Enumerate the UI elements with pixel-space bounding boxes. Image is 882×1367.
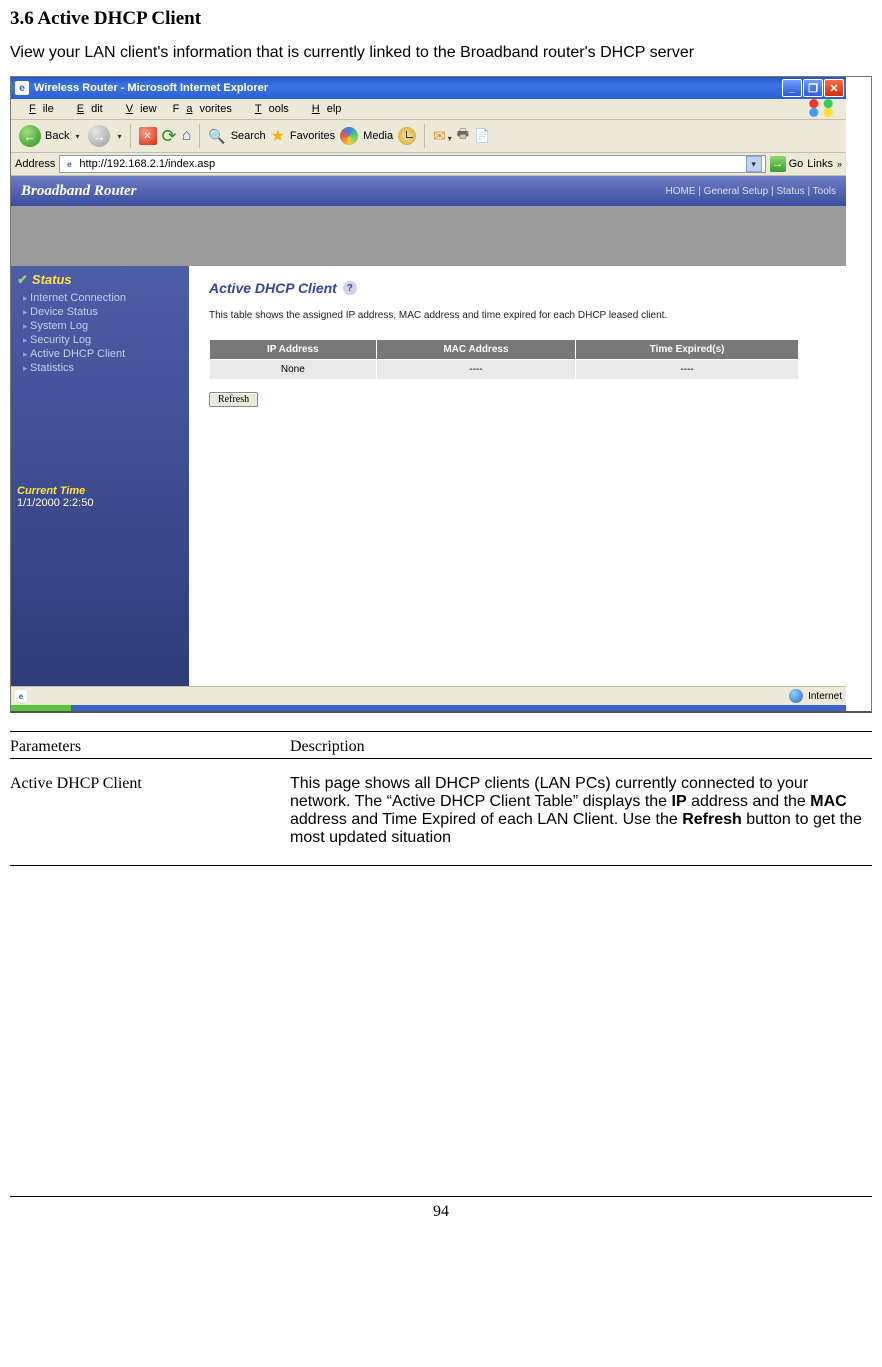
windows-logo-icon [796,95,846,124]
window-title: Wireless Router - Microsoft Internet Exp… [34,82,268,94]
status-bar: e Internet [11,686,846,705]
links-button[interactable]: Links [807,158,833,170]
print-button[interactable] [457,125,469,147]
page-icon: e [63,158,75,170]
address-input[interactable]: e http://192.168.2.1/index.asp ▾ [59,155,765,173]
stop-button[interactable] [139,127,157,145]
links-chevron-icon[interactable]: » [837,159,842,169]
home-button[interactable]: ⌂ [182,127,192,145]
media-button[interactable]: Media [363,130,393,142]
mail-button[interactable] [433,127,452,145]
current-time-value: 1/1/2000 2:2:50 [17,497,183,509]
menu-file[interactable]: File [15,101,61,117]
param-description: This page shows all DHCP clients (LAN PC… [290,775,872,847]
col-ip-address: IP Address [210,340,377,360]
address-bar: Address e http://192.168.2.1/index.asp ▾… [11,153,846,176]
forward-button[interactable]: → [88,125,110,147]
menu-view[interactable]: View [112,101,164,117]
router-topnav[interactable]: HOME | General Setup | Status | Tools [666,186,836,197]
status-page-icon: e [15,690,27,702]
section-title: 3.6 Active DHCP Client [10,8,872,30]
internet-zone-icon [789,689,803,703]
history-button[interactable] [398,127,416,145]
param-name: Active DHCP Client [10,775,270,847]
separator [424,124,425,148]
ie-icon: e [15,81,29,95]
go-button[interactable]: → Go [770,156,804,172]
refresh-toolbar-button[interactable]: ⟳ [162,127,177,145]
menu-favorites[interactable]: Favorites [166,101,239,117]
page-title: Active DHCP Client ? [209,280,826,296]
media-icon [340,127,358,145]
window-title-bar: e Wireless Router - Microsoft Internet E… [11,77,846,99]
url-text: http://192.168.2.1/index.asp [79,158,215,170]
page-description: This table shows the assigned IP address… [209,310,826,321]
favorites-icon: ★ [271,126,285,146]
favorites-button[interactable]: Favorites [290,130,335,142]
address-dropdown-icon[interactable]: ▾ [746,156,762,172]
router-body: Status Internet Connection Device Status… [11,266,846,686]
edit-button[interactable] [474,128,490,144]
table-row: None ---- ---- [210,360,799,380]
col-mac-address: MAC Address [376,340,575,360]
content-pane: Active DHCP Client ? This table shows th… [189,266,846,686]
page-title-text: Active DHCP Client [209,280,337,296]
separator [130,124,131,148]
browser-window: e Wireless Router - Microsoft Internet E… [11,77,846,711]
sidebar-item-statistics[interactable]: Statistics [23,361,183,375]
back-dropdown-icon[interactable] [73,130,79,142]
help-icon[interactable]: ? [343,281,357,295]
intro-text: View your LAN client's information that … [10,44,872,62]
menu-edit[interactable]: Edit [63,101,110,117]
back-icon: ← [19,125,41,147]
menu-bar: File Edit View Favorites Tools Help [11,99,846,120]
separator [199,124,200,148]
cell-mac: ---- [376,360,575,380]
sidebar: Status Internet Connection Device Status… [11,266,189,686]
internet-zone-label: Internet [808,691,842,702]
back-label: Back [45,130,69,142]
router-grey-band [11,206,846,266]
param-header-parameters: Parameters [10,738,270,756]
router-brand: Broadband Router [21,183,136,200]
param-header-description: Description [290,738,872,756]
sidebar-item-security-log[interactable]: Security Log [23,333,183,347]
cell-ip: None [210,360,377,380]
sidebar-item-device-status[interactable]: Device Status [23,305,183,319]
address-label: Address [15,158,55,170]
cell-time: ---- [576,360,799,380]
go-label: Go [789,158,804,170]
screenshot-container: e Wireless Router - Microsoft Internet E… [10,76,872,713]
back-button[interactable]: ← Back [15,123,83,149]
router-banner: Broadband Router HOME | General Setup | … [11,176,846,206]
toolbar: ← Back → ⟳ ⌂ Search ★ Favorites Media [11,120,846,153]
page-number: 94 [10,1196,872,1221]
dhcp-client-table: IP Address MAC Address Time Expired(s) N… [209,339,799,380]
sidebar-title: Status [17,272,183,288]
search-icon [208,128,225,145]
sidebar-item-active-dhcp-client[interactable]: Active DHCP Client [23,347,183,361]
current-time-label: Current Time [17,485,183,497]
parameter-table: Parameters Description Active DHCP Clien… [10,731,872,866]
search-button[interactable]: Search [231,130,266,142]
go-icon: → [770,156,786,172]
refresh-button[interactable]: Refresh [209,392,258,407]
sidebar-item-system-log[interactable]: System Log [23,319,183,333]
menu-help[interactable]: Help [298,101,349,117]
menu-tools[interactable]: Tools [241,101,296,117]
col-time-expired: Time Expired(s) [576,340,799,360]
sidebar-item-internet-connection[interactable]: Internet Connection [23,291,183,305]
taskbar-strip [11,705,846,711]
forward-dropdown-icon[interactable] [115,130,121,142]
